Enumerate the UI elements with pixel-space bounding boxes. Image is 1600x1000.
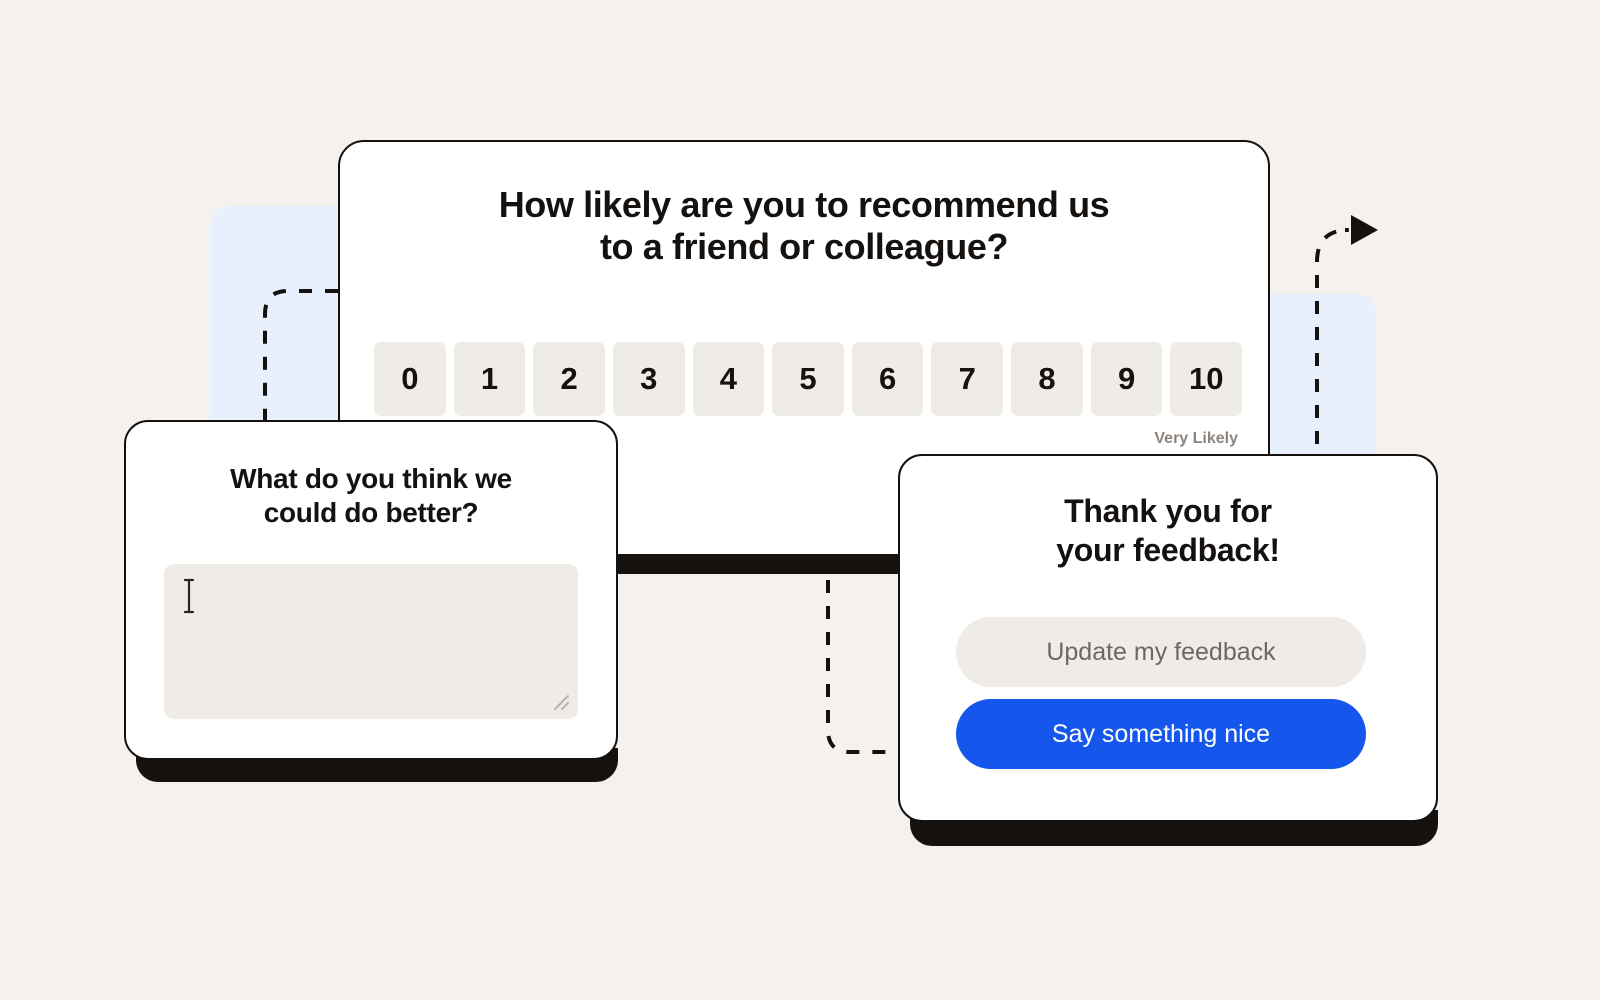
dashed-connector-bottom: [826, 580, 902, 754]
open-feedback-card: What do you think we could do better?: [124, 420, 618, 760]
resize-grip-icon[interactable]: [550, 691, 570, 711]
thanks-title-line-1: Thank you for: [1064, 493, 1272, 529]
nps-option-6[interactable]: 6: [851, 342, 924, 416]
nps-scale-legend-right: Very Likely: [1154, 430, 1238, 447]
nps-option-0[interactable]: 0: [374, 342, 446, 416]
nps-option-4[interactable]: 4: [692, 342, 765, 416]
nps-option-9[interactable]: 9: [1090, 342, 1163, 416]
feedback-title-line-2: could do better?: [263, 496, 479, 528]
nps-option-2[interactable]: 2: [533, 342, 605, 416]
thanks-title-line-2: your feedback!: [1056, 532, 1280, 569]
nps-title-line-1: How likely are you to recommend us: [498, 184, 1110, 225]
text-caret-icon: [183, 578, 195, 614]
arrow-head-icon: [1351, 215, 1378, 245]
nps-title-line-2: to a friend or colleague?: [599, 226, 1009, 268]
nps-option-1[interactable]: 1: [453, 342, 526, 416]
nps-option-3[interactable]: 3: [612, 342, 685, 416]
thanks-card-title: Thank you for your feedback!: [900, 456, 1436, 570]
feedback-card-title: What do you think we could do better?: [126, 422, 616, 529]
nps-option-5[interactable]: 5: [772, 342, 844, 416]
thank-you-card: Thank you for your feedback! Update my f…: [898, 454, 1438, 822]
nps-option-7[interactable]: 7: [931, 342, 1004, 416]
nps-card-title: How likely are you to recommend us to a …: [340, 142, 1268, 269]
canvas: How likely are you to recommend us to a …: [0, 0, 1600, 1000]
nps-option-8[interactable]: 8: [1011, 342, 1083, 416]
update-my-feedback-button[interactable]: Update my feedback: [956, 617, 1366, 687]
feedback-textarea[interactable]: [164, 564, 578, 719]
nps-rating-scale: 0 1 2 3 4 5 6 7 8 9 10: [374, 342, 1243, 416]
say-something-nice-button[interactable]: Say something nice: [956, 699, 1366, 769]
feedback-title-line-1: What do you think we: [230, 463, 512, 494]
nps-option-10[interactable]: 10: [1170, 342, 1243, 416]
